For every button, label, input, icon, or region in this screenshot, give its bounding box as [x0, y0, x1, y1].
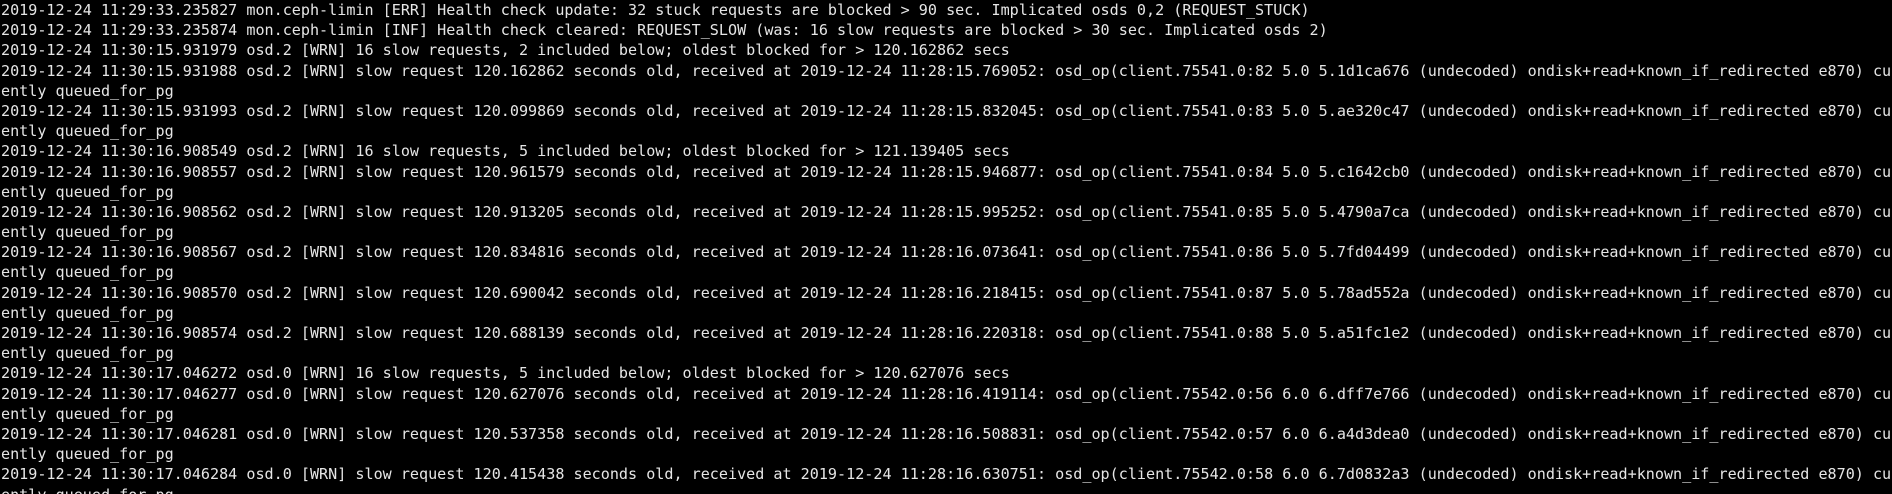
- log-line: 2019-12-24 11:30:16.908570 osd.2 [WRN] s…: [1, 283, 1892, 302]
- log-line: ently queued_for_pg: [1, 81, 174, 100]
- log-line: 2019-12-24 11:30:15.931979 osd.2 [WRN] 1…: [1, 41, 1010, 60]
- log-line: ently queued_for_pg: [1, 344, 174, 363]
- terminal-output[interactable]: 2019-12-24 11:29:33.235827 mon.ceph-limi…: [0, 0, 1892, 494]
- log-line: 2019-12-24 11:29:33.235827 mon.ceph-limi…: [1, 1, 1310, 19]
- log-line: ently queued_for_pg: [1, 303, 174, 322]
- log-line: 2019-12-24 11:30:16.908567 osd.2 [WRN] s…: [1, 243, 1892, 262]
- log-line: ently queued_for_pg: [1, 404, 174, 423]
- log-line: ently queued_for_pg: [1, 445, 174, 464]
- log-line: 2019-12-24 11:30:17.046284 osd.0 [WRN] s…: [1, 465, 1892, 484]
- log-line: 2019-12-24 11:30:15.931988 osd.2 [WRN] s…: [1, 61, 1892, 80]
- log-line: ently queued_for_pg: [1, 263, 174, 282]
- log-line: ently queued_for_pg: [1, 182, 174, 201]
- log-line: 2019-12-24 11:30:16.908562 osd.2 [WRN] s…: [1, 202, 1892, 221]
- log-line: ently queued_for_pg: [1, 122, 174, 141]
- log-line: 2019-12-24 11:30:17.046277 osd.0 [WRN] s…: [1, 384, 1892, 403]
- log-line: ently queued_for_pg: [1, 223, 174, 242]
- log-line: 2019-12-24 11:30:15.931993 osd.2 [WRN] s…: [1, 101, 1892, 120]
- log-line: 2019-12-24 11:30:16.908549 osd.2 [WRN] 1…: [1, 142, 1010, 161]
- log-line: 2019-12-24 11:30:17.046272 osd.0 [WRN] 1…: [1, 364, 1010, 383]
- log-line: 2019-12-24 11:30:16.908574 osd.2 [WRN] s…: [1, 324, 1892, 342]
- log-line: ently queued_for_pg: [1, 485, 1892, 494]
- log-line: 2019-12-24 11:30:17.046281 osd.0 [WRN] s…: [1, 424, 1892, 443]
- log-line: 2019-12-24 11:29:33.235874 mon.ceph-limi…: [1, 21, 1328, 40]
- log-line: 2019-12-24 11:30:16.908557 osd.2 [WRN] s…: [1, 162, 1892, 181]
